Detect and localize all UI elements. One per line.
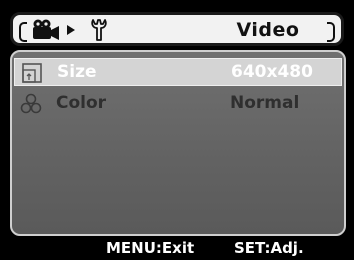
size-icon <box>22 63 42 83</box>
menu-item-label: Size <box>57 62 97 82</box>
menu-item-label: Color <box>56 93 107 113</box>
footer-hints: MENU:Exit SET:Adj. <box>0 238 354 260</box>
color-palette-icon <box>20 93 42 114</box>
menu-item-color[interactable]: Color Normal <box>14 90 342 118</box>
header-right-bracket <box>327 22 335 42</box>
play-arrow-icon <box>67 25 75 35</box>
menu-item-value: 640x480 <box>231 62 313 82</box>
menu-panel: Size 640x480 Color Normal <box>10 50 346 236</box>
header-left-bracket <box>19 22 27 42</box>
set-adjust-hint: SET:Adj. <box>234 239 304 257</box>
wrench-icon[interactable] <box>89 18 109 42</box>
menu-item-size[interactable]: Size 640x480 <box>14 58 342 86</box>
camera-menu-screen: Video Size 640x480 Color Normal MENU:Exi… <box>0 0 354 260</box>
page-title: Video <box>236 19 300 41</box>
header-bar: Video <box>10 12 344 46</box>
menu-exit-hint: MENU:Exit <box>106 239 195 257</box>
video-camera-icon[interactable] <box>31 19 61 41</box>
menu-item-value: Normal <box>230 93 300 113</box>
